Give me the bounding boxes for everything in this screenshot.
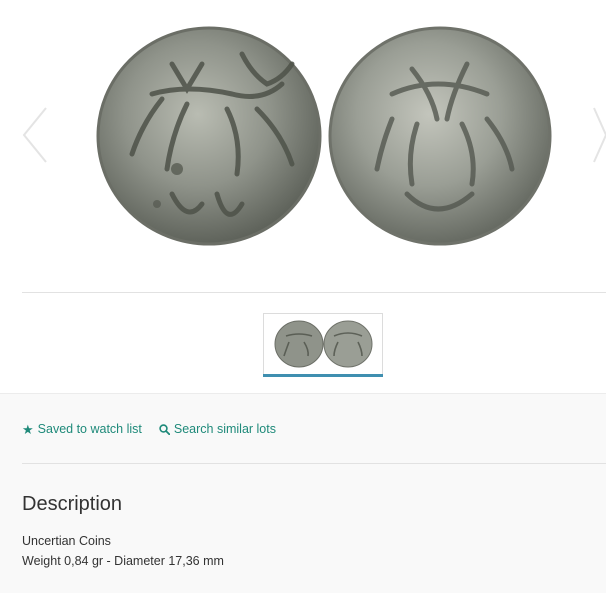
description-line-1: Uncertian Coins: [22, 534, 111, 548]
watch-list-link[interactable]: ★ Saved to watch list: [22, 422, 142, 436]
thumbnail-active-indicator: [263, 374, 383, 377]
description-title: Description: [22, 493, 123, 515]
thumbnail-coin[interactable]: [263, 313, 383, 375]
gallery-divider: [22, 292, 606, 293]
magnifier-icon: [159, 423, 170, 435]
next-image-button[interactable]: [592, 106, 606, 164]
prev-image-button[interactable]: [20, 106, 50, 164]
coin-main-image[interactable]: [92, 24, 554, 252]
search-similar-link[interactable]: Search similar lots: [159, 422, 276, 436]
lot-actions: ★ Saved to watch list Search similar lot…: [22, 420, 293, 438]
actions-divider: [22, 463, 606, 464]
image-gallery: [0, 0, 606, 292]
chevron-left-icon: [22, 107, 47, 163]
description-line-2: Weight 0,84 gr - Diameter 17,36 mm: [22, 554, 224, 568]
search-similar-label: Search similar lots: [173, 422, 276, 436]
thumbnail-image: [274, 320, 373, 368]
star-icon: ★: [22, 421, 34, 437]
chevron-right-icon: [593, 107, 606, 163]
coin-reverse: [328, 26, 552, 246]
watch-list-label: Saved to watch list: [37, 422, 142, 436]
coin-obverse: [96, 26, 322, 246]
